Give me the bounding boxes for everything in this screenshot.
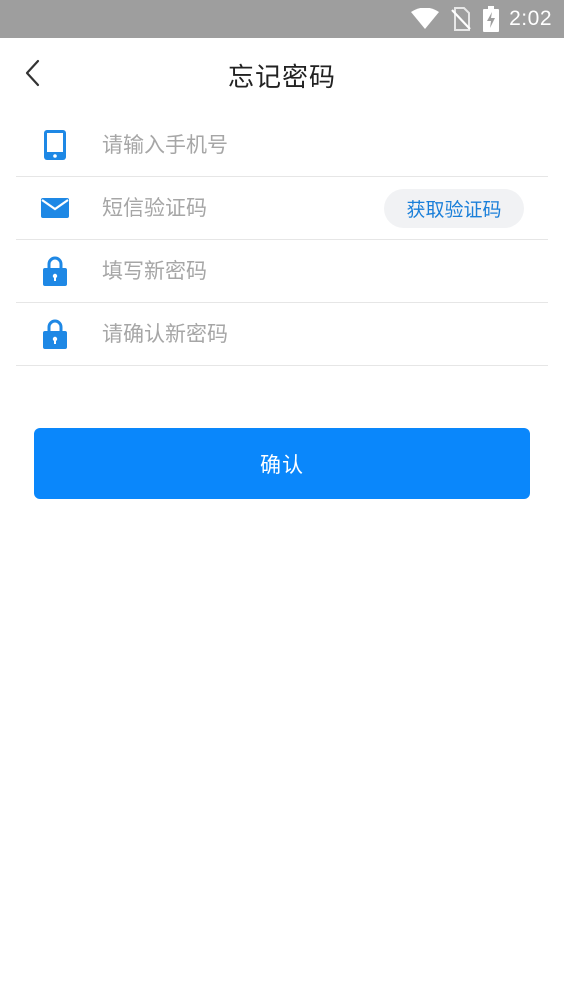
envelope-icon [40, 193, 70, 223]
no-sim-icon [451, 7, 471, 31]
new-password-row [16, 240, 548, 303]
battery-charging-icon [483, 6, 500, 32]
status-bar: 2:02 [0, 0, 564, 38]
get-code-button[interactable]: 获取验证码 [384, 189, 524, 228]
reset-password-form: 获取验证码 [16, 114, 548, 366]
lock-icon [40, 256, 70, 286]
back-button[interactable] [12, 53, 52, 97]
page-title: 忘记密码 [227, 62, 336, 93]
lock-icon [40, 319, 70, 349]
confirm-button[interactable]: 确认 [34, 428, 530, 499]
chevron-left-icon [24, 59, 40, 91]
phone-row [16, 114, 548, 177]
wifi-icon [411, 8, 440, 30]
confirm-password-row [16, 303, 548, 366]
phone-input[interactable] [102, 114, 372, 176]
confirm-password-input[interactable] [102, 303, 372, 365]
nav-bar: 忘记密码 [0, 38, 564, 112]
sms-code-input[interactable] [102, 177, 372, 239]
status-time: 2:02 [509, 7, 552, 30]
phone-icon [40, 130, 70, 160]
new-password-input[interactable] [102, 240, 372, 302]
sms-code-row: 获取验证码 [16, 177, 548, 240]
